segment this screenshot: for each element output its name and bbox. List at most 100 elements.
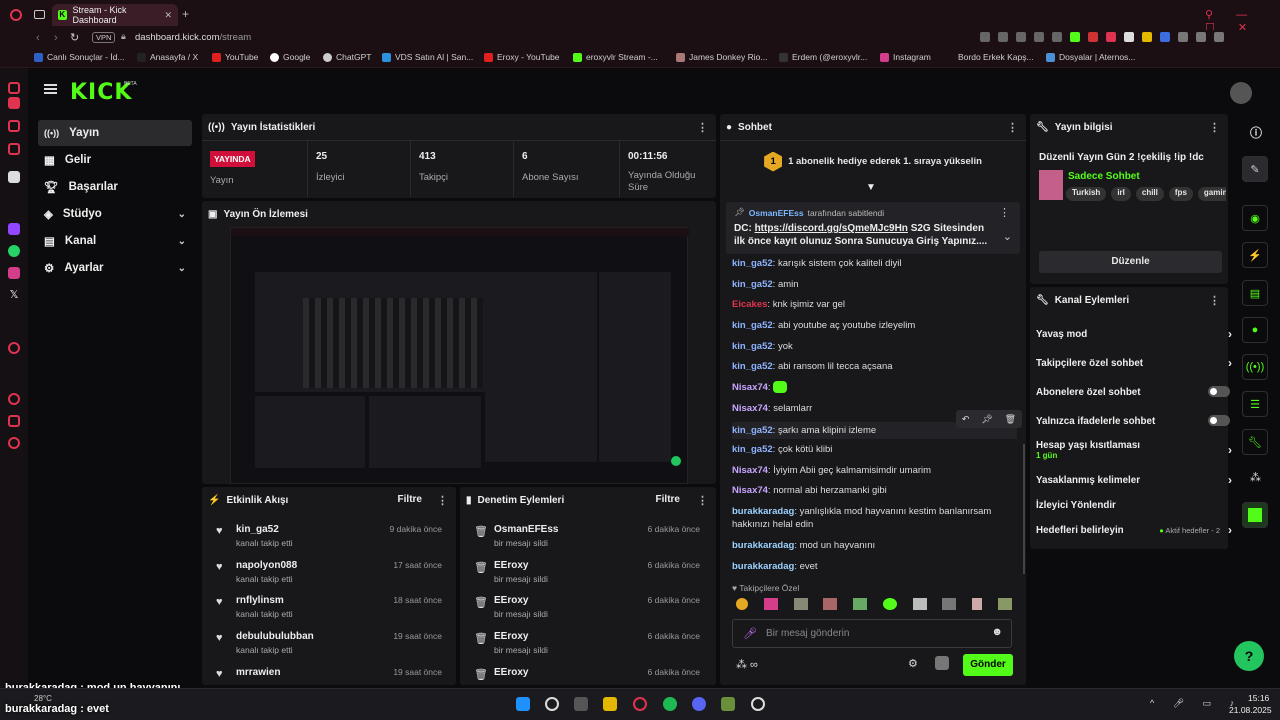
start-icon[interactable] (516, 697, 530, 711)
chat-message[interactable]: kin_ga52: abi youtube aç youtube izleyel… (732, 319, 1017, 332)
list-item[interactable]: ♥ kin_ga52 kanalı takip etti 9 dakika önce (212, 521, 452, 555)
trash-icon[interactable]: 🗑︎ (1005, 414, 1016, 425)
emote-icon[interactable] (882, 598, 897, 610)
bookmark-item[interactable]: Dosyalar | Aternos... (1046, 52, 1135, 62)
bookmark-icon[interactable] (8, 143, 20, 155)
lightning-icon[interactable]: ⚡ (1242, 242, 1268, 268)
new-tab-button[interactable]: + (182, 7, 189, 21)
whatsapp-icon[interactable] (8, 245, 20, 257)
gift-banner[interactable]: 1 1 abonelik hediye ederek 1. sıraya yük… (720, 140, 1026, 182)
chevron-down-icon[interactable]: ⌄ (1003, 230, 1012, 243)
server-icon[interactable]: ☰ (1242, 391, 1268, 417)
widgets-icon[interactable]: ⁂ (1250, 471, 1261, 484)
tag[interactable]: chill (1135, 187, 1164, 201)
action-goals[interactable]: Hedefleri belirleyin ● Aktif hedefler - 2… (1036, 519, 1232, 541)
emotes-only-toggle[interactable] (1208, 415, 1230, 426)
tab-close-icon[interactable]: ✕ (164, 10, 172, 21)
tag[interactable]: fps (1168, 187, 1193, 201)
bookmark-item[interactable]: Erdem (@eroxyvlr... (779, 52, 867, 62)
action-subs-only[interactable]: Abonelere özel sohbet (1036, 381, 1230, 403)
nav-item-studyo[interactable]: ◈ Stüdyo ⌄ (38, 201, 192, 227)
more-icon[interactable]: ⋮ (1007, 121, 1018, 134)
spotify-icon[interactable] (663, 697, 677, 711)
chat-message[interactable]: kin_ga52: karışık sistem çok kaliteli di… (732, 257, 1017, 270)
twitch-icon[interactable] (8, 223, 20, 235)
emote-icon[interactable] (942, 598, 957, 610)
reload-icon[interactable]: ↻ (70, 31, 79, 44)
document-icon[interactable]: ▤ (1242, 280, 1268, 306)
list-item[interactable]: 🗑︎ EEroxy 6 dakika önce (470, 664, 710, 685)
bookmark-item[interactable]: Instagram (880, 52, 931, 62)
pin-icon[interactable]: 📌︎ (981, 414, 992, 425)
nav-item-kanal[interactable]: ▤ Kanal ⌄ (38, 228, 192, 254)
search-icon[interactable] (545, 697, 559, 711)
back-icon[interactable]: ‹ (36, 32, 40, 44)
bookmark-item[interactable]: ChatGPT (323, 52, 371, 62)
tag[interactable]: Turkish (1066, 187, 1107, 201)
download-icon[interactable] (8, 415, 20, 427)
gear-icon[interactable]: ⚙ (908, 657, 918, 670)
nav-item-basarilar[interactable]: 🏆︎ Başarılar (38, 174, 192, 200)
more-icon[interactable]: ⋮ (437, 494, 448, 507)
obs-icon[interactable] (751, 697, 765, 711)
nav-item-yayin[interactable]: ((•)) Yayın (38, 120, 192, 146)
emote-icon[interactable] (736, 598, 748, 610)
bookmark-item[interactable]: Anasayfa / X (137, 52, 198, 62)
chat-message[interactable]: Nisax74: normal abi herzamanki gibi (732, 484, 1017, 497)
chat-message[interactable]: Nisax74: İyiyim Abii geç kalmamisimdir u… (732, 464, 1017, 477)
chat-bubble-icon[interactable]: ● (1242, 317, 1268, 343)
forward-icon[interactable]: › (54, 32, 58, 44)
more-icon[interactable]: ⋮ (1209, 121, 1220, 134)
vpn-badge[interactable]: VPN (92, 32, 116, 43)
undo-icon[interactable]: ↶ (962, 414, 970, 425)
weather-widget[interactable]: 28°C (34, 694, 52, 703)
microphone-icon[interactable]: 🎤︎ (743, 627, 757, 640)
chat-input[interactable]: 🎤︎ Bir mesaj gönderin ☻ (732, 619, 1012, 648)
emote-icon[interactable] (823, 598, 838, 610)
more-icon[interactable]: ⋮ (999, 206, 1010, 219)
emote-icon[interactable] (972, 598, 983, 610)
nav-item-ayarlar[interactable]: ⚙ Ayarlar ⌄ (38, 255, 192, 281)
task-view-icon[interactable] (574, 697, 588, 711)
aria-icon[interactable] (8, 171, 20, 183)
help-button[interactable]: ? (1234, 641, 1264, 671)
nav-item-gelir[interactable]: ▦ Gelir (38, 147, 192, 173)
bookmark-item[interactable]: YouTube (212, 52, 258, 62)
messenger-icon[interactable] (8, 97, 20, 109)
bookmark-item[interactable]: eroxyvlr Stream -... (573, 52, 658, 62)
broadcast-icon[interactable]: ((•)) (1242, 354, 1268, 380)
speed-dial-icon[interactable] (8, 82, 20, 94)
emoji-icon[interactable]: ☻ (991, 626, 1003, 638)
list-item[interactable]: 🗑︎ EEroxy bir mesajı sildi 6 dakika önce (470, 592, 710, 626)
emote-icon[interactable] (793, 598, 808, 610)
bookmark-item[interactable]: Canlı Sonuçlar - İd... (34, 52, 124, 62)
chat-message[interactable]: kin_ga52: yok (732, 340, 1017, 353)
emote-icon[interactable] (853, 598, 868, 610)
bag-icon[interactable] (8, 120, 20, 132)
tag[interactable]: irl (1111, 187, 1131, 201)
more-icon[interactable]: ⋮ (1209, 294, 1220, 307)
wrench-icon[interactable]: 🔧︎ (1242, 429, 1268, 455)
send-button[interactable]: Gönder (963, 654, 1013, 676)
info-icon[interactable]: ⓘ (1250, 124, 1262, 141)
list-item[interactable]: ♥ mrrawien 19 saat önce (212, 664, 452, 685)
chat-message[interactable]: burakkaradag: mod un hayvanını (732, 539, 1017, 552)
chat-tools-icon[interactable]: ⁂ ∞ (736, 658, 758, 671)
browser-tab-active[interactable]: K Stream - Kick Dashboard ✕ (52, 4, 178, 26)
action-banned-words[interactable]: Yasaklanmış kelimeler › (1036, 469, 1232, 491)
chat-message[interactable]: Eicakes: knk işimiz var gel (732, 298, 1017, 311)
chat-scrollbar[interactable] (1023, 444, 1025, 574)
list-item[interactable]: ♥ napolyon088 kanalı takip etti 17 saat önc… (212, 557, 452, 591)
settings-icon[interactable] (8, 437, 20, 449)
clock-date[interactable]: 21.08.2025 (1229, 705, 1272, 715)
chat-message[interactable]: burakkaradag: yanlışlıkla mod hayvanını … (732, 505, 992, 531)
pinned-message[interactable]: 📌︎ OsmanEFEss tarafından sabitlendi DC: ht… (726, 202, 1020, 254)
list-item[interactable]: 🗑︎ EEroxy bir mesajı sildi 6 dakika önce (470, 557, 710, 591)
opera-icon[interactable] (633, 697, 647, 711)
list-item[interactable]: ♥ debulubulubban kanalı takip etti 19 saat … (212, 628, 452, 662)
bookmark-item[interactable]: Google (270, 52, 310, 62)
more-icon[interactable]: ⋮ (697, 121, 708, 134)
subs-only-toggle[interactable] (1208, 386, 1230, 397)
pinned-link[interactable]: https://discord.gg/sQmeMJc9Hn (755, 223, 908, 234)
history-icon[interactable] (8, 393, 20, 405)
